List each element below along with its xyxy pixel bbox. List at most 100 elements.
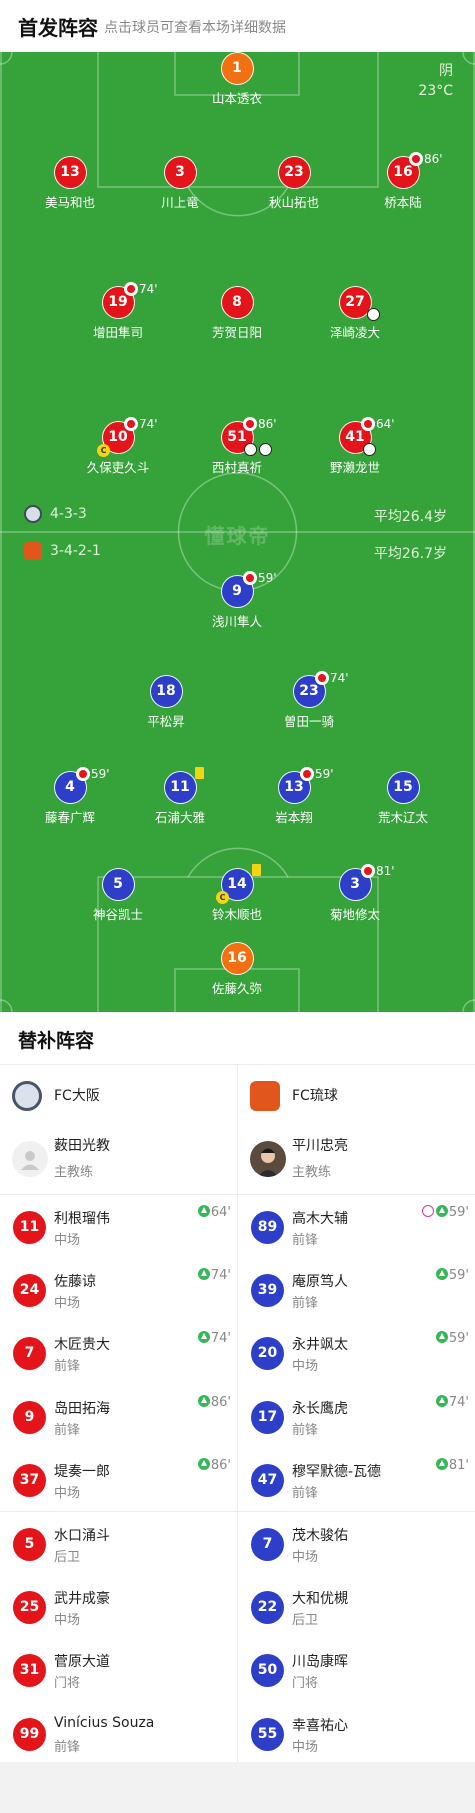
substitute-row[interactable]: 11 利根瑠伟 中场 64' <box>0 1195 237 1258</box>
away-player-4[interactable]: 4 59' 藤春广辉 <box>15 767 125 826</box>
sub-in-minute: 74' <box>448 1394 469 1410</box>
player-number-badge: 9 <box>13 1400 46 1434</box>
sub-in-minute: 74' <box>210 1331 231 1347</box>
player-name: 平松昇 <box>147 714 185 729</box>
away-player-9[interactable]: 9 59' 浅川隼人 <box>182 571 292 630</box>
player-number-badge: 16 <box>220 942 254 975</box>
player-name: 泽崎凌大 <box>329 325 380 340</box>
substitutes-title: 替补阵容 <box>18 1030 95 1052</box>
sub-out-icon <box>124 282 138 296</box>
player-number-badge: 5 <box>13 1527 46 1561</box>
player-number-badge: 47 <box>251 1463 284 1497</box>
sub-out-minute: 74' <box>330 671 349 685</box>
sub-in-icon <box>197 1457 210 1470</box>
away-team-header[interactable]: FC琉球 <box>238 1065 475 1125</box>
away-player-5[interactable]: 5 神谷凯士 <box>63 868 173 923</box>
home-player-41[interactable]: 41 64' 野濑龙世 <box>300 417 410 476</box>
substitute-row[interactable]: 5 水口涌斗 后卫 <box>0 1512 237 1575</box>
player-name: 曽田一骑 <box>283 714 334 729</box>
player-position: 中场 <box>292 1739 319 1755</box>
home-player-8[interactable]: 8 芳贺日阳 <box>182 286 292 341</box>
home-player-3[interactable]: 3 川上竜 <box>125 156 235 211</box>
player-number-badge: 1 <box>220 52 254 85</box>
player-position: 门将 <box>292 1676 319 1692</box>
away-player-23[interactable]: 23 74' 曽田一骑 <box>254 671 364 730</box>
player-name: 永长鹰虎 <box>292 1400 348 1417</box>
substitute-row[interactable]: 24 佐藤谅 中场 74' <box>0 1258 237 1321</box>
home-player-13[interactable]: 13 美马和也 <box>15 156 125 211</box>
home-player-27[interactable]: 27 泽崎凌大 <box>300 286 410 341</box>
home-coach[interactable]: 薮田光教 主教练 <box>0 1125 237 1195</box>
sub-out-minute: 81' <box>376 864 395 878</box>
home-player-16[interactable]: 16 86' 桥本陆 <box>348 152 458 211</box>
player-number-badge: 3 <box>163 156 197 189</box>
substitute-row[interactable]: 47 穆罕默德-瓦德 前锋 81' <box>238 1448 475 1511</box>
player-position: 前锋 <box>292 1422 319 1438</box>
player-position: 中场 <box>292 1359 319 1375</box>
player-name: 庵原笃人 <box>292 1274 348 1291</box>
away-player-13[interactable]: 13 59' 岩本翔 <box>239 767 349 826</box>
substitute-row[interactable]: 22 大和优槻 后卫 <box>238 1575 475 1638</box>
substitute-row[interactable]: 31 菅原大道 门将 <box>0 1638 237 1701</box>
sub-in-icon <box>435 1457 448 1470</box>
sub-in-icon <box>435 1205 448 1217</box>
substitute-row[interactable]: 9 岛田拓海 前锋 86' <box>0 1385 237 1448</box>
sub-in-minute: 59' <box>448 1205 469 1220</box>
sub-out-icon <box>361 864 375 878</box>
player-name: 久保吏久斗 <box>86 460 150 475</box>
away-player-3[interactable]: 3 81' 菊地修太 <box>300 864 410 923</box>
substitute-row[interactable]: 99 Vinícius Souza 前锋 <box>0 1702 237 1765</box>
player-number-badge: 20 <box>251 1337 284 1371</box>
player-name: 野濑龙世 <box>329 460 380 475</box>
away-coach[interactable]: 平川忠亮 主教练 <box>238 1125 475 1195</box>
substitute-row[interactable]: 55 幸喜祐心 中场 <box>238 1702 475 1765</box>
home-player-1[interactable]: 1 山本透衣 <box>182 52 292 107</box>
home-sub-list: 11 利根瑠伟 中场 64' 24 佐藤谅 中场 74' 7 木匠贵大 前锋 74' 9 岛田拓海 前锋 86… <box>0 1195 237 1765</box>
home-player-51[interactable]: 51 86' 西村真祈 <box>182 417 292 476</box>
player-name: 永井飒太 <box>292 1337 348 1354</box>
sub-in-event: 81' <box>435 1457 469 1473</box>
player-number-badge: 5 <box>101 868 135 901</box>
player-number-badge: 23 <box>277 156 311 189</box>
sub-in-event: 86' <box>197 1457 231 1473</box>
player-name: 神谷凯士 <box>92 907 143 922</box>
yellow-card-icon <box>195 767 204 779</box>
away-player-11[interactable]: 11 石浦大雅 <box>125 767 235 826</box>
player-name: 菅原大道 <box>54 1654 110 1671</box>
home-team-header[interactable]: FC大阪 <box>0 1065 237 1125</box>
player-number-badge: 99 <box>13 1717 46 1751</box>
player-number-badge: 11 <box>163 771 197 804</box>
player-position: 门将 <box>54 1676 81 1692</box>
away-player-18[interactable]: 18 平松昇 <box>111 675 221 730</box>
player-number-badge: 39 <box>251 1274 284 1308</box>
substitute-row[interactable]: 20 永井飒太 中场 59' <box>238 1321 475 1384</box>
away-player-14[interactable]: 14 C 铃木顺也 <box>182 864 292 923</box>
team-name: FC大阪 <box>54 1088 100 1104</box>
home-player-23[interactable]: 23 秋山拓也 <box>239 156 349 211</box>
player-number-badge: 17 <box>251 1400 284 1434</box>
home-player-19[interactable]: 19 74' 增田隼司 <box>63 282 173 341</box>
away-substitutes: FC琉球 平川忠亮 主教练 89 高木大辅 前锋 59' 39 庵原笃人前锋 59' 20 永井… <box>238 1065 475 1765</box>
away-player-15[interactable]: 15 荒木辽太 <box>348 771 458 826</box>
home-substitutes: FC大阪 薮田光教 主教练 11 利根瑠伟 中场 64' 24 佐藤谅 中场 74' 7 木匠贵大… <box>0 1065 237 1765</box>
coach-avatar <box>250 1141 286 1177</box>
substitute-row[interactable]: 37 堤奏一郎 中场 86' <box>0 1448 237 1511</box>
player-name: 川岛康晖 <box>292 1654 348 1671</box>
player-name: 石浦大雅 <box>154 810 205 825</box>
away-player-16[interactable]: 16 佐藤久弥 <box>182 942 292 997</box>
player-number-badge: 8 <box>220 286 254 319</box>
sub-in-event: 74' <box>197 1331 231 1347</box>
substitute-row[interactable]: 89 高木大辅 前锋 59' <box>238 1195 475 1258</box>
substitute-row[interactable]: 7 茂木骏佑 中场 <box>238 1512 475 1575</box>
substitute-row[interactable]: 39 庵原笃人 前锋 59' <box>238 1258 475 1321</box>
sub-out-minute: 86' <box>258 417 277 431</box>
player-position: 中场 <box>54 1233 81 1248</box>
substitute-row[interactable]: 7 木匠贵大 前锋 74' <box>0 1321 237 1384</box>
substitute-row[interactable]: 25 武井成豪 中场 <box>0 1575 237 1638</box>
substitute-row[interactable]: 17 永长鹰虎前锋 74' <box>238 1385 475 1448</box>
home-player-10[interactable]: 10 74' C 久保吏久斗 <box>63 417 173 476</box>
player-position: 前锋 <box>54 1739 81 1755</box>
substitute-row[interactable]: 50 川岛康晖 门将 <box>238 1638 475 1701</box>
player-number-badge: 55 <box>251 1717 284 1751</box>
sub-out-minute: 74' <box>139 417 158 431</box>
